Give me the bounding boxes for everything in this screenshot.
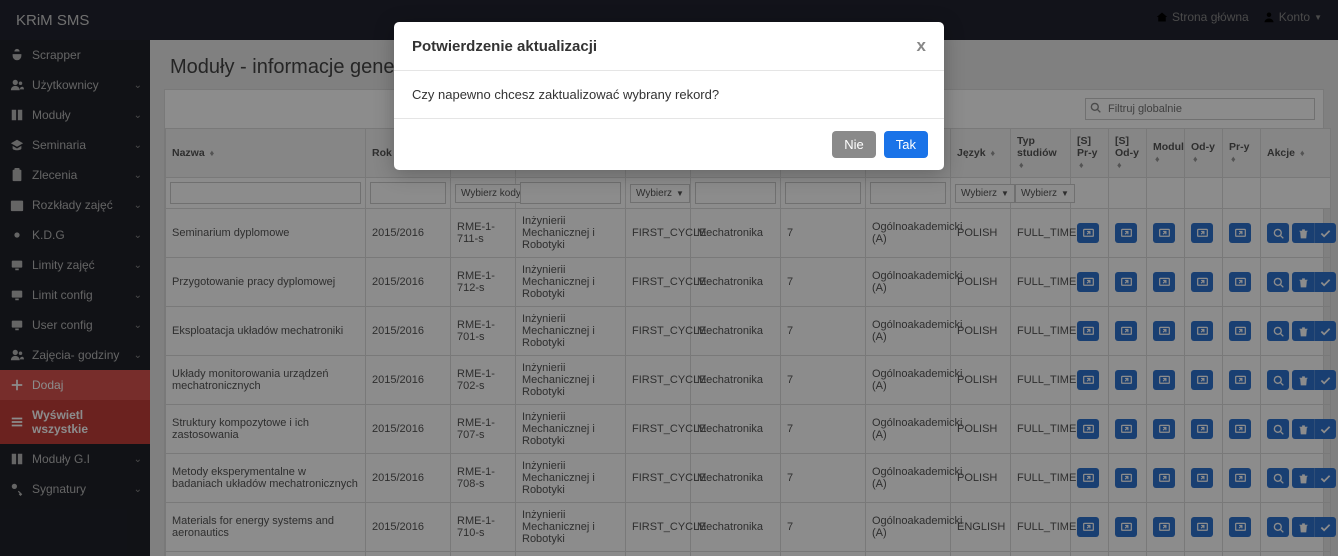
- modal-close-button[interactable]: x: [917, 36, 926, 56]
- modal-no-button[interactable]: Nie: [832, 131, 876, 158]
- modal-yes-button[interactable]: Tak: [884, 131, 928, 158]
- modal-title: Potwierdzenie aktualizacji: [412, 38, 597, 55]
- modal-body: Czy napewno chcesz zaktualizować wybrany…: [394, 71, 944, 118]
- confirm-modal: Potwierdzenie aktualizacji x Czy napewno…: [394, 22, 944, 170]
